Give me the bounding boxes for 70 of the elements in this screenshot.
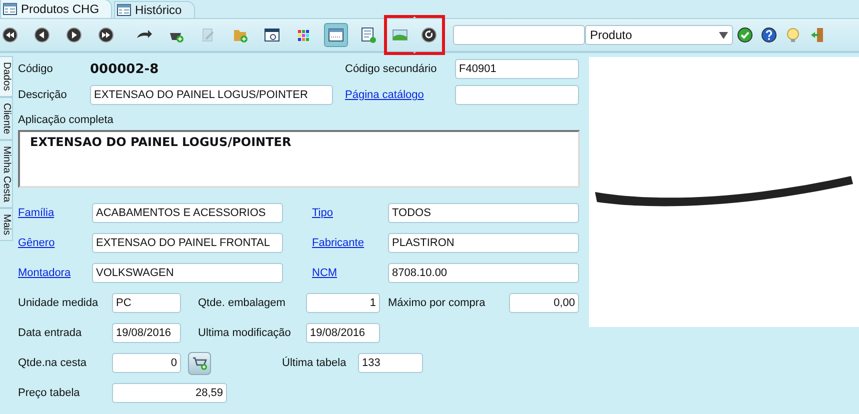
input-field[interactable]: EXTENSAO DO PAINEL LOGUS/POINTER bbox=[90, 85, 333, 105]
input-field[interactable]: 0,00 bbox=[509, 293, 579, 313]
pencil-document-icon bbox=[200, 27, 216, 43]
field-link[interactable]: NCM bbox=[312, 267, 338, 279]
lightbulb-icon bbox=[785, 27, 801, 43]
field-label: Código secundário bbox=[345, 63, 438, 75]
previous-icon bbox=[34, 27, 50, 43]
input-field[interactable]: 19/08/2016 bbox=[112, 323, 181, 343]
side-tab[interactable]: Mais bbox=[0, 208, 13, 242]
field-label: Máximo por compra bbox=[388, 297, 486, 309]
input-field[interactable]: TODOS bbox=[388, 203, 579, 223]
input-field[interactable]: VOLKSWAGEN bbox=[92, 263, 283, 283]
cart-add-icon bbox=[192, 356, 208, 370]
last-icon bbox=[98, 27, 114, 43]
confirm-icon bbox=[737, 27, 753, 43]
field-label: Descrição bbox=[18, 89, 68, 101]
field-label: Preço tabela bbox=[18, 387, 81, 399]
search-field[interactable] bbox=[453, 25, 585, 45]
window-icon bbox=[3, 3, 17, 15]
input-field[interactable]: 19/08/2016 bbox=[306, 323, 380, 343]
input-field[interactable]: ACABAMENTOS E ACESSORIOS bbox=[92, 203, 283, 223]
field-label: Qtde.na cesta bbox=[18, 357, 88, 369]
window-form-icon bbox=[328, 27, 344, 43]
tab[interactable]: Histórico bbox=[114, 1, 195, 18]
tab-label: Produtos CHG bbox=[21, 2, 100, 16]
input-field[interactable]: F40901 bbox=[455, 59, 579, 79]
field-label: Ultima modificação bbox=[198, 327, 292, 339]
first-icon bbox=[2, 27, 18, 43]
input-field[interactable]: 0 bbox=[112, 353, 181, 373]
tab[interactable]: Produtos CHG bbox=[0, 0, 112, 18]
tab-label: Histórico bbox=[135, 3, 182, 17]
input-field[interactable]: 133 bbox=[358, 353, 423, 373]
field-label: Unidade medida bbox=[18, 297, 100, 309]
field-link[interactable]: Tipo bbox=[312, 207, 333, 219]
filter-dropdown[interactable]: Produto bbox=[585, 25, 733, 45]
input-field[interactable]: 1 bbox=[306, 293, 380, 313]
field-link[interactable]: Página catálogo bbox=[345, 89, 424, 101]
list-add-icon bbox=[360, 27, 376, 43]
input-field[interactable]: PLASTIRON bbox=[388, 233, 579, 253]
next-icon bbox=[66, 27, 82, 43]
window-icon bbox=[117, 4, 132, 16]
input-field[interactable]: 8708.10.00 bbox=[388, 263, 579, 283]
exit-door-icon bbox=[809, 27, 825, 43]
input-field[interactable] bbox=[455, 85, 579, 105]
color-grid-icon bbox=[296, 27, 312, 43]
text-area[interactable]: EXTENSAO DO PAINEL LOGUS/POINTER bbox=[18, 130, 580, 188]
help-icon bbox=[761, 27, 777, 43]
field-label: Aplicação completa bbox=[18, 114, 114, 126]
add-to-basket-button[interactable] bbox=[188, 352, 211, 374]
refresh-icon bbox=[421, 27, 437, 43]
folder-add-icon bbox=[232, 27, 248, 43]
input-field[interactable]: EXTENSAO DO PAINEL FRONTAL bbox=[92, 233, 283, 253]
field-link[interactable]: Família bbox=[18, 207, 54, 219]
input-field[interactable]: 28,59 bbox=[112, 383, 227, 403]
side-tab[interactable]: Cliente bbox=[0, 96, 13, 140]
field-label: Qtde. embalagem bbox=[198, 297, 286, 309]
window-search-icon bbox=[264, 27, 280, 43]
field-label: Data entrada bbox=[18, 327, 83, 339]
code-value: 000002-8 bbox=[90, 62, 160, 76]
side-tab[interactable]: Dados bbox=[0, 56, 13, 97]
field-link[interactable]: Montadora bbox=[18, 267, 71, 279]
toolbar-button[interactable] bbox=[324, 23, 348, 47]
landscape-image-icon bbox=[392, 27, 408, 43]
field-label: Código bbox=[18, 63, 54, 75]
field-link[interactable]: Gênero bbox=[18, 237, 55, 249]
side-tab[interactable]: Minha Cesta bbox=[0, 140, 13, 208]
dropdown-caret-icon bbox=[719, 32, 728, 38]
field-link[interactable]: Fabricante bbox=[312, 237, 364, 249]
input-field[interactable]: PC bbox=[112, 293, 181, 313]
field-label: Última tabela bbox=[282, 357, 348, 369]
